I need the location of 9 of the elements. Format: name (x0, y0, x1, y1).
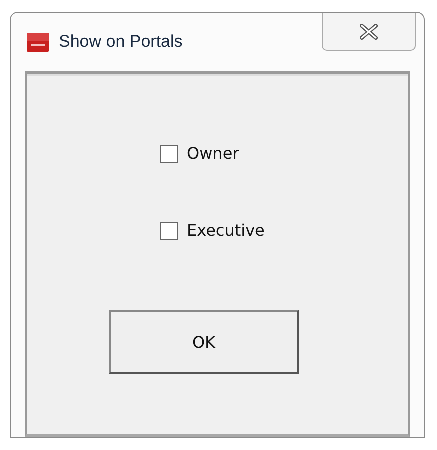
ok-button[interactable]: OK (109, 310, 299, 374)
app-icon (27, 31, 49, 53)
checkbox[interactable] (160, 222, 178, 240)
checkbox-label: Owner (187, 144, 240, 163)
checkbox-label: Executive (187, 221, 265, 240)
window-title: Show on Portals (59, 32, 183, 52)
close-button[interactable] (322, 13, 416, 51)
close-icon (360, 24, 378, 40)
checkbox[interactable] (160, 144, 178, 162)
